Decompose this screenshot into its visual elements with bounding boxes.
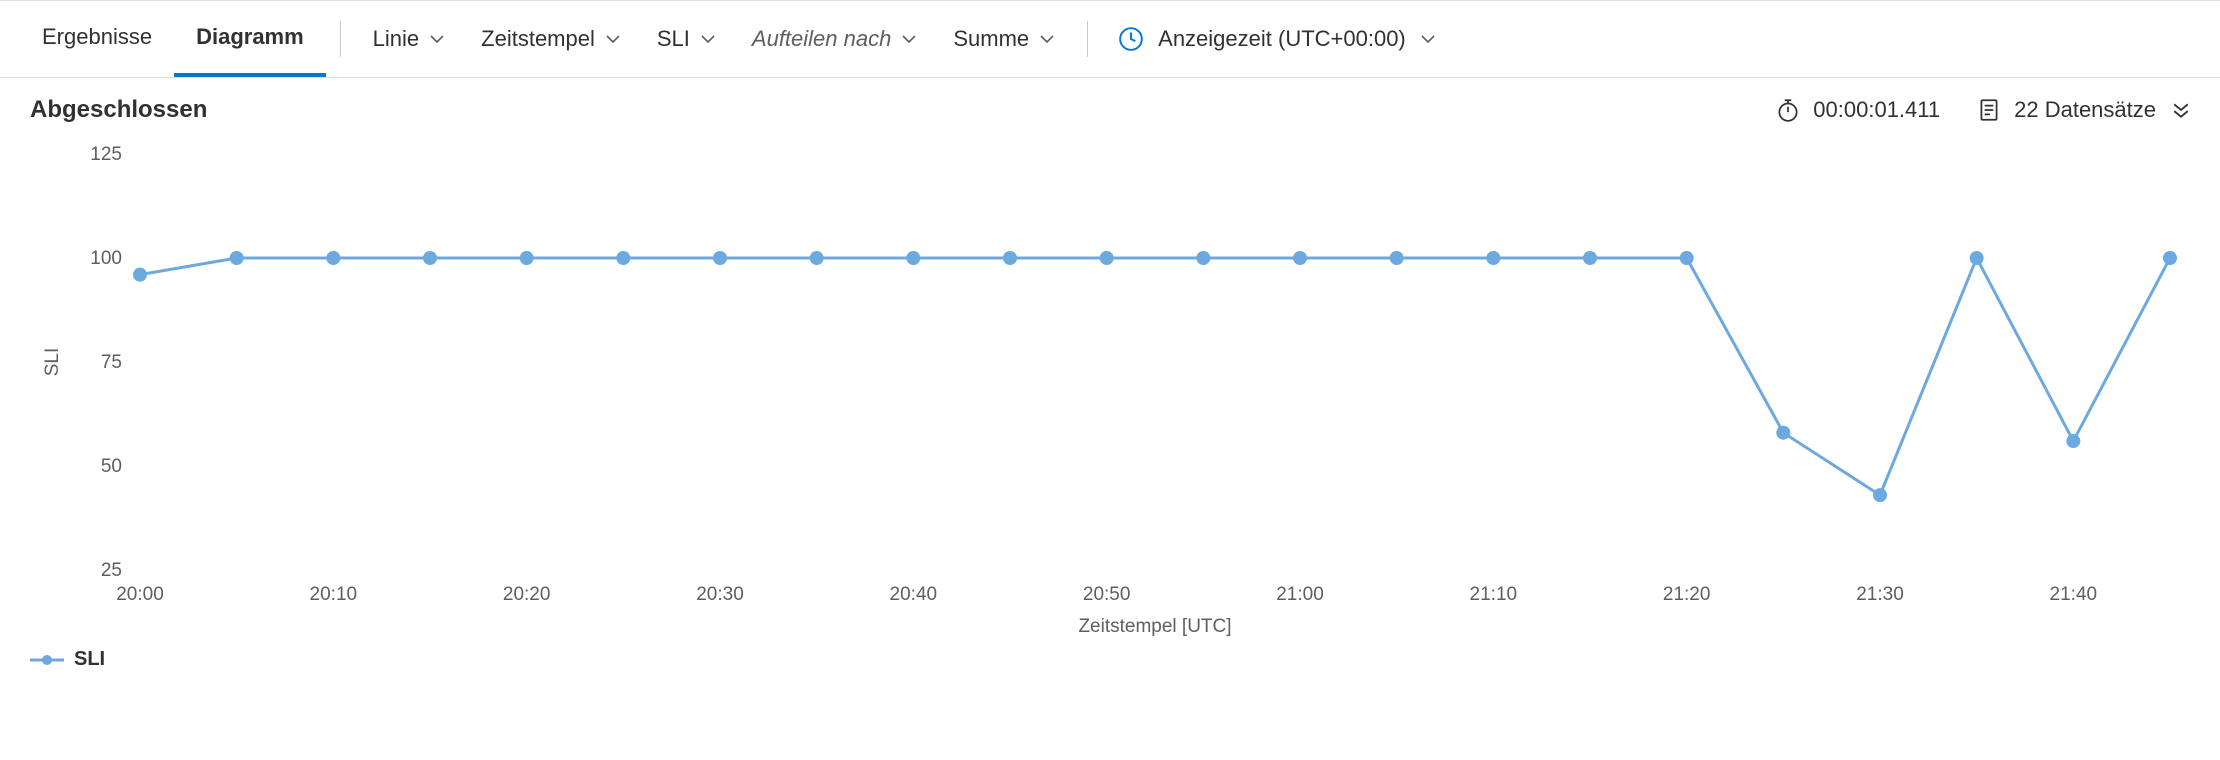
svg-text:100: 100 [90,248,122,269]
record-count[interactable]: 22 Datensätze [1976,97,2190,123]
time-display-dropdown[interactable]: Anzeigezeit (UTC+00:00) [1102,26,1452,52]
chart-area: 25 50 75 100 125 20:00 20:10 20:20 20:30 20:40 20:… [0,134,2220,644]
x-field-dropdown[interactable]: Zeitstempel [463,26,639,52]
svg-text:20:20: 20:20 [503,584,551,605]
svg-text:20:00: 20:00 [116,584,164,605]
svg-text:SLI: SLI [42,348,63,377]
chart-type-dropdown[interactable]: Linie [355,26,463,52]
svg-text:Zeitstempel [UTC]: Zeitstempel [UTC] [1078,616,1231,637]
tabs: Ergebnisse Diagramm [20,1,326,77]
divider [340,21,341,57]
aggregation-label: Summe [953,26,1029,52]
toolbar: Ergebnisse Diagramm Linie Zeitstempel SL… [0,0,2220,78]
elapsed-time: 00:00:01.411 [1775,97,1940,123]
svg-text:20:40: 20:40 [890,584,938,605]
chevron-down-icon [429,31,445,47]
svg-text:20:10: 20:10 [310,584,358,605]
legend: SLI [0,644,2220,683]
status-bar: Abgeschlossen 00:00:01.411 22 Datensätze [0,78,2220,134]
chevron-down-icon [700,31,716,47]
legend-series-label: SLI [74,648,105,671]
svg-text:125: 125 [90,144,122,165]
chevron-down-icon [901,31,917,47]
chart-type-label: Linie [373,26,419,52]
svg-text:21:10: 21:10 [1470,584,1518,605]
svg-text:50: 50 [101,456,122,477]
svg-text:20:50: 20:50 [1083,584,1131,605]
svg-text:20:30: 20:30 [696,584,744,605]
svg-text:21:40: 21:40 [2050,584,2098,605]
split-by-dropdown[interactable]: Aufteilen nach [734,26,935,52]
notes-icon [1976,97,2002,123]
svg-text:21:20: 21:20 [1663,584,1711,605]
divider [1087,21,1088,57]
status-completed: Abgeschlossen [30,96,207,124]
record-count-value: 22 Datensätze [2014,97,2156,123]
svg-text:25: 25 [101,560,122,581]
split-by-label: Aufteilen nach [752,26,891,52]
clock-icon [1118,26,1144,52]
elapsed-time-value: 00:00:01.411 [1813,97,1940,123]
svg-text:75: 75 [101,352,122,373]
svg-text:21:30: 21:30 [1856,584,1904,605]
tab-results-label: Ergebnisse [42,24,152,50]
tab-results[interactable]: Ergebnisse [20,1,174,77]
x-field-label: Zeitstempel [481,26,595,52]
chevron-down-icon [1420,31,1436,47]
time-display-label: Anzeigezeit (UTC+00:00) [1158,26,1406,52]
tab-diagram-label: Diagramm [196,24,304,50]
chevron-down-icon [605,31,621,47]
line-chart[interactable]: 25 50 75 100 125 20:00 20:10 20:20 20:30 20:40 20:… [30,134,2190,644]
aggregation-dropdown[interactable]: Summe [935,26,1073,52]
chevron-down-icon [1039,31,1055,47]
tab-diagram[interactable]: Diagramm [174,1,326,77]
svg-text:21:00: 21:00 [1276,584,1324,605]
legend-swatch [30,654,64,666]
y-field-dropdown[interactable]: SLI [639,26,734,52]
y-field-label: SLI [657,26,690,52]
chevron-double-down-icon[interactable] [2168,99,2190,121]
stopwatch-icon [1775,97,1801,123]
